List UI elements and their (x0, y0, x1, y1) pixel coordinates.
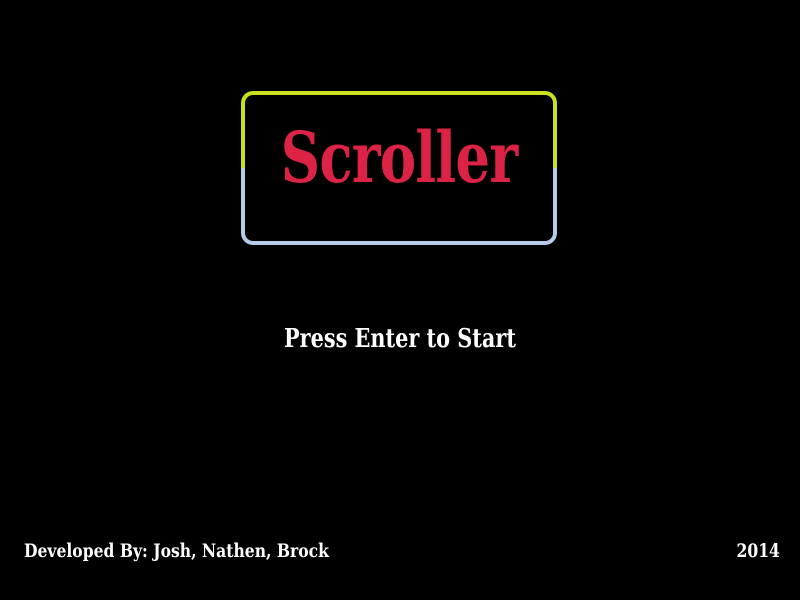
developer-credits: Developed By: Josh, Nathen, Brock (24, 540, 329, 562)
title-screen[interactable]: Scroller Press Enter to Start Developed … (0, 0, 800, 600)
game-title: Scroller (280, 116, 518, 199)
start-prompt: Press Enter to Start (284, 324, 516, 354)
release-year: 2014 (736, 540, 780, 562)
title-frame: Scroller (241, 91, 557, 245)
